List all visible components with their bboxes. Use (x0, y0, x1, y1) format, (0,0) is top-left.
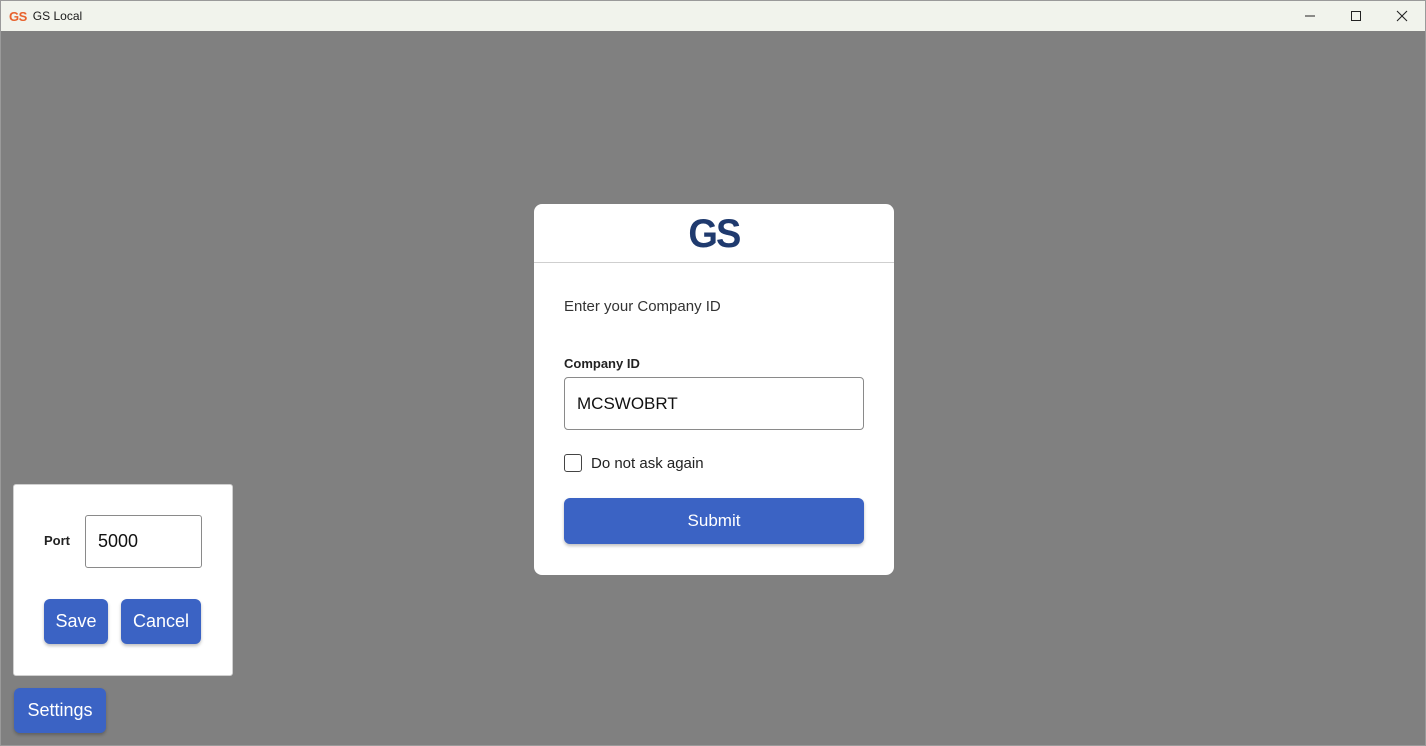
close-button[interactable] (1379, 1, 1425, 31)
window-controls (1287, 1, 1425, 31)
company-id-input[interactable] (564, 377, 864, 430)
app-window: GS GS Local GS Enter your Company ID Com… (0, 0, 1426, 746)
do-not-ask-label[interactable]: Do not ask again (591, 455, 704, 472)
gs-logo: GS (688, 212, 741, 256)
window-title: GS Local (32, 9, 83, 23)
app-logo-icon: GS (9, 8, 27, 24)
dialog-header: GS (534, 204, 894, 263)
maximize-button[interactable] (1333, 1, 1379, 31)
port-label: Port (44, 533, 70, 548)
settings-button[interactable]: Settings (14, 688, 106, 733)
port-input[interactable] (85, 515, 202, 568)
do-not-ask-row[interactable]: Do not ask again (564, 454, 704, 472)
close-icon (1396, 10, 1408, 22)
title-bar[interactable]: GS GS Local (1, 1, 1425, 31)
company-id-label: Company ID (564, 356, 640, 371)
company-id-prompt: Enter your Company ID (564, 298, 721, 315)
save-button[interactable]: Save (44, 599, 108, 644)
minimize-icon (1305, 15, 1315, 17)
settings-panel: Port Save Cancel (13, 484, 233, 676)
maximize-icon (1351, 11, 1361, 21)
company-id-dialog: GS Enter your Company ID Company ID Do n… (534, 204, 894, 575)
minimize-button[interactable] (1287, 1, 1333, 31)
cancel-button[interactable]: Cancel (121, 599, 201, 644)
submit-button[interactable]: Submit (564, 498, 864, 544)
do-not-ask-checkbox[interactable] (564, 454, 582, 472)
